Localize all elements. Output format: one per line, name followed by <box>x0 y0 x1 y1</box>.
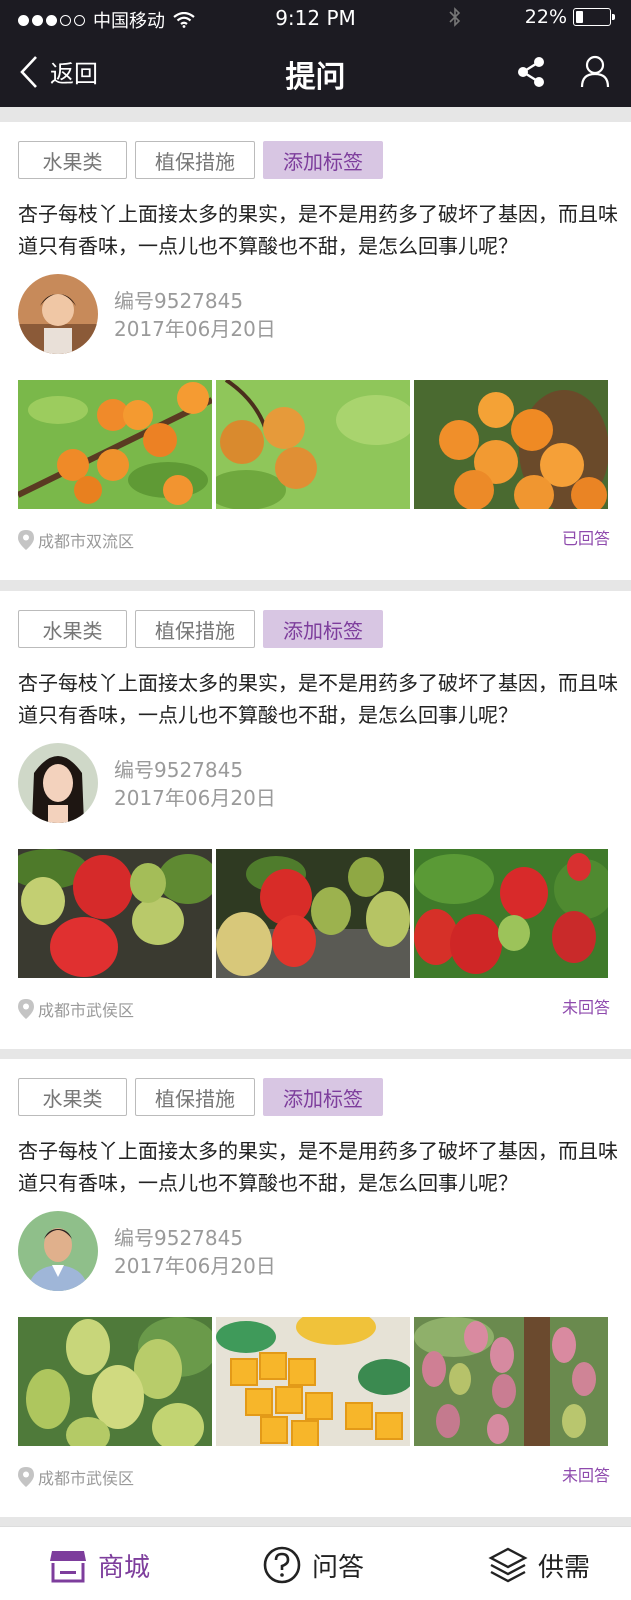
question-date: 2017年06月20日 <box>114 317 276 341</box>
tab-mall-label: 商城 <box>98 1552 151 1583</box>
apricot-photo[interactable] <box>216 380 410 509</box>
question-date: 2017年06月20日 <box>114 786 276 810</box>
question-card[interactable]: 水果类 植保措施 添加标签 杏子每枝丫上面接太多的果实，是不是用药多了破坏了基因… <box>0 122 631 580</box>
tag-plant-protection[interactable]: 植保措施 <box>135 141 255 179</box>
avatar[interactable] <box>18 274 98 354</box>
navigation-bar: 返回 提问 <box>0 42 631 102</box>
question-id: 编号9527845 <box>114 1226 244 1250</box>
answer-status[interactable]: 已回答 <box>562 525 610 549</box>
battery-group: 22% <box>524 6 615 28</box>
photo-row <box>18 380 608 509</box>
strawberry-photo[interactable] <box>18 849 212 978</box>
avatar[interactable] <box>18 1211 98 1291</box>
location: 成都市武侯区 <box>18 1465 134 1489</box>
tab-supply[interactable]: 供需 <box>488 1545 590 1585</box>
store-icon <box>50 1551 86 1583</box>
avatar[interactable] <box>18 743 98 823</box>
bottom-tab-bar: 商城 问答 供需 <box>0 1526 631 1600</box>
tag-fruit[interactable]: 水果类 <box>18 141 127 179</box>
battery-icon <box>573 8 615 26</box>
tab-qa-label: 问答 <box>312 1552 365 1583</box>
status-bar: 中国移动 9:12 PM 22% <box>0 0 631 34</box>
tag-fruit[interactable]: 水果类 <box>18 1078 127 1116</box>
question-meta: 编号9527845 2017年06月20日 <box>114 756 276 812</box>
add-tag-button[interactable]: 添加标签 <box>263 610 383 648</box>
tag-fruit[interactable]: 水果类 <box>18 610 127 648</box>
location: 成都市武侯区 <box>18 997 134 1021</box>
battery-percent: 22% <box>524 6 567 28</box>
question-card[interactable]: 水果类 植保措施 添加标签 杏子每枝丫上面接太多的果实，是不是用药多了破坏了基因… <box>0 591 631 1049</box>
battery-level <box>576 11 584 23</box>
add-tag-button[interactable]: 添加标签 <box>263 141 383 179</box>
mango-photo[interactable] <box>18 1317 212 1446</box>
tag-plant-protection[interactable]: 植保措施 <box>135 610 255 648</box>
question-id: 编号9527845 <box>114 758 244 782</box>
question-text: 杏子每枝丫上面接太多的果实，是不是用药多了破坏了基因，而且味道只有香味，一点儿也… <box>18 202 618 258</box>
location: 成都市双流区 <box>18 528 134 552</box>
tag-row: 水果类 植保措施 添加标签 <box>18 610 383 648</box>
answer-status[interactable]: 未回答 <box>562 1462 610 1486</box>
share-icon[interactable] <box>516 56 546 88</box>
add-tag-button[interactable]: 添加标签 <box>263 1078 383 1116</box>
location-pin-icon <box>18 530 34 550</box>
location-text: 成都市武侯区 <box>38 1001 135 1020</box>
mango-photo[interactable] <box>216 1317 410 1446</box>
question-id: 编号9527845 <box>114 289 244 313</box>
question-meta: 编号9527845 2017年06月20日 <box>114 287 276 343</box>
location-text: 成都市武侯区 <box>38 1469 135 1488</box>
answer-status[interactable]: 未回答 <box>562 994 610 1018</box>
question-date: 2017年06月20日 <box>114 1254 276 1278</box>
mango-photo[interactable] <box>414 1317 608 1446</box>
location-pin-icon <box>18 999 34 1019</box>
question-text: 杏子每枝丫上面接太多的果实，是不是用药多了破坏了基因，而且味道只有香味，一点儿也… <box>18 1139 618 1195</box>
tag-row: 水果类 植保措施 添加标签 <box>18 141 383 179</box>
tab-mall[interactable]: 商城 <box>48 1545 150 1585</box>
question-card[interactable]: 水果类 植保措施 添加标签 杏子每枝丫上面接太多的果实，是不是用药多了破坏了基因… <box>0 1059 631 1517</box>
question-circle-icon <box>263 1546 301 1584</box>
tab-qa[interactable]: 问答 <box>262 1545 364 1585</box>
bluetooth-icon <box>449 7 461 27</box>
strawberry-photo[interactable] <box>414 849 608 978</box>
strawberry-photo[interactable] <box>216 849 410 978</box>
user-icon[interactable] <box>580 54 610 88</box>
photo-row <box>18 1317 608 1446</box>
question-meta: 编号9527845 2017年06月20日 <box>114 1224 276 1280</box>
layers-icon <box>488 1547 528 1583</box>
location-pin-icon <box>18 1467 34 1487</box>
apricot-photo[interactable] <box>18 380 212 509</box>
top-bar: 中国移动 9:12 PM 22% 返回 提问 <box>0 0 631 107</box>
tag-plant-protection[interactable]: 植保措施 <box>135 1078 255 1116</box>
tag-row: 水果类 植保措施 添加标签 <box>18 1078 383 1116</box>
photo-row <box>18 849 608 978</box>
tab-supply-label: 供需 <box>538 1552 591 1583</box>
apricot-photo[interactable] <box>414 380 608 509</box>
question-text: 杏子每枝丫上面接太多的果实，是不是用药多了破坏了基因，而且味道只有香味，一点儿也… <box>18 671 618 727</box>
location-text: 成都市双流区 <box>38 532 135 551</box>
